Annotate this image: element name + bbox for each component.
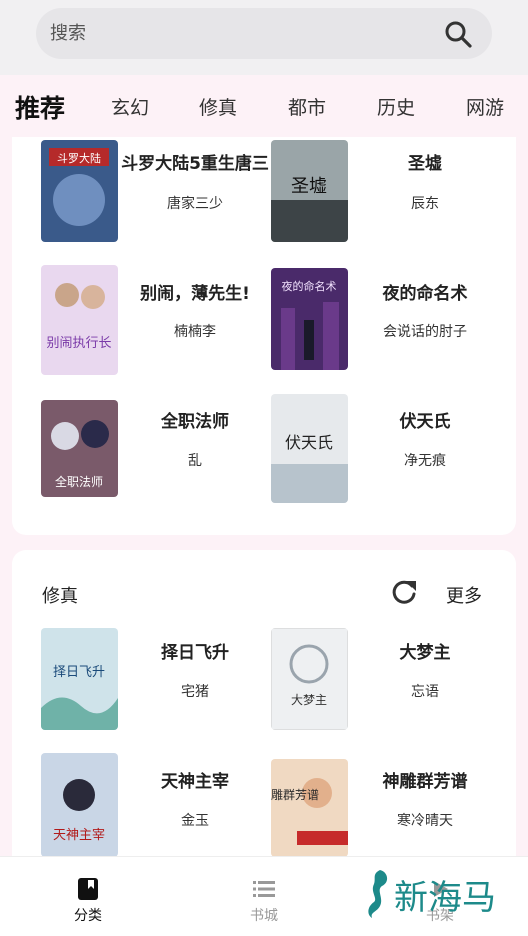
nav-label: 分类 xyxy=(74,908,102,924)
book-author: 净无痕 xyxy=(404,453,446,469)
nav-category[interactable]: 分类 xyxy=(0,857,176,936)
book-icon xyxy=(78,878,98,900)
category-tabs: 推荐 玄幻 修真 都市 历史 网游 xyxy=(0,75,528,137)
book-cover[interactable]: 斗罗大陆 xyxy=(41,140,118,242)
book-title[interactable]: 大梦主 xyxy=(350,638,500,663)
book-title[interactable]: 天神主宰 xyxy=(120,767,270,792)
book-title[interactable]: 全职法师 xyxy=(120,407,270,432)
search-bar[interactable] xyxy=(36,8,492,59)
book-title[interactable]: 别闹，薄先生! xyxy=(120,279,270,304)
book-cover[interactable]: 大梦主 xyxy=(271,628,348,730)
search-icon[interactable] xyxy=(444,20,472,48)
book-title[interactable]: 圣墟 xyxy=(350,149,500,174)
book-author: 辰东 xyxy=(411,196,439,212)
book-title[interactable]: 择日飞升 xyxy=(120,638,270,663)
book-cover[interactable]: 天神主宰 xyxy=(41,753,118,857)
more-link[interactable]: 更多 xyxy=(446,582,482,608)
book-author: 乱 xyxy=(188,453,202,469)
tab-wangyou[interactable]: 网游 xyxy=(466,93,504,120)
book-title[interactable]: 夜的命名术 xyxy=(350,279,500,304)
book-author: 寒冷晴天 xyxy=(397,813,453,829)
tab-lishi[interactable]: 历史 xyxy=(377,93,415,120)
book-cover[interactable]: 别闹执行长 xyxy=(41,265,118,375)
nav-bookstore[interactable]: 书城 xyxy=(176,857,352,936)
cover-text: 夜的命名术 xyxy=(282,279,337,293)
book-title[interactable]: 神雕群芳谱 xyxy=(350,767,500,792)
book-title[interactable]: 斗罗大陆5重生唐三 xyxy=(120,149,270,174)
cover-text: 伏天氏 xyxy=(285,433,333,452)
xiuzhen-section: 修真 更多 择日飞升 择日飞升 宅猪 大梦主 大梦主 忘语 天神主宰 天神主宰 … xyxy=(12,550,516,880)
nav-label: 书城 xyxy=(250,908,278,924)
tab-xuanhuan[interactable]: 玄幻 xyxy=(111,93,149,120)
refresh-icon[interactable] xyxy=(390,578,418,606)
cover-text: 择日飞升 xyxy=(53,665,105,680)
book-cover[interactable]: 全职法师 xyxy=(41,400,118,497)
cover-text: 别闹执行长 xyxy=(46,336,111,351)
book-cover[interactable]: 夜的命名术 xyxy=(271,268,348,370)
book-cover[interactable]: 神雕群芳谱 xyxy=(271,759,348,857)
book-author: 金玉 xyxy=(181,813,209,829)
cover-text: 大梦主 xyxy=(291,693,327,707)
tab-recommend[interactable]: 推荐 xyxy=(15,89,65,125)
list-icon xyxy=(253,881,275,897)
top-bar xyxy=(0,0,528,75)
book-author: 楠楠李 xyxy=(174,324,216,340)
tab-xiuzhen[interactable]: 修真 xyxy=(199,93,237,120)
cover-text: 圣墟 xyxy=(291,176,327,197)
seahorse-icon xyxy=(368,870,388,918)
tab-dushi[interactable]: 都市 xyxy=(288,93,326,120)
recommend-section: 斗罗大陆 斗罗大陆5重生唐三 唐家三少 圣墟 圣墟 辰东 别闹执行长 别闹，薄先… xyxy=(12,137,516,535)
cover-text: 天神主宰 xyxy=(53,827,105,843)
book-cover[interactable]: 圣墟 xyxy=(271,140,348,242)
book-title[interactable]: 伏天氏 xyxy=(350,407,500,432)
book-cover[interactable]: 择日飞升 xyxy=(41,628,118,730)
book-author: 宅猪 xyxy=(181,684,209,700)
book-author: 会说话的肘子 xyxy=(383,324,467,340)
book-author: 忘语 xyxy=(411,684,439,700)
book-author: 唐家三少 xyxy=(167,196,223,212)
cover-text: 全职法师 xyxy=(55,474,103,489)
watermark-logo: 新海马 xyxy=(362,866,512,922)
cover-text: 斗罗大陆 xyxy=(57,151,101,165)
section-title: 修真 xyxy=(42,586,78,607)
search-input[interactable] xyxy=(50,8,430,59)
cover-text: 神雕群芳谱 xyxy=(271,787,319,802)
book-cover[interactable]: 伏天氏 xyxy=(271,394,348,503)
watermark-text: 新海马 xyxy=(394,878,496,918)
